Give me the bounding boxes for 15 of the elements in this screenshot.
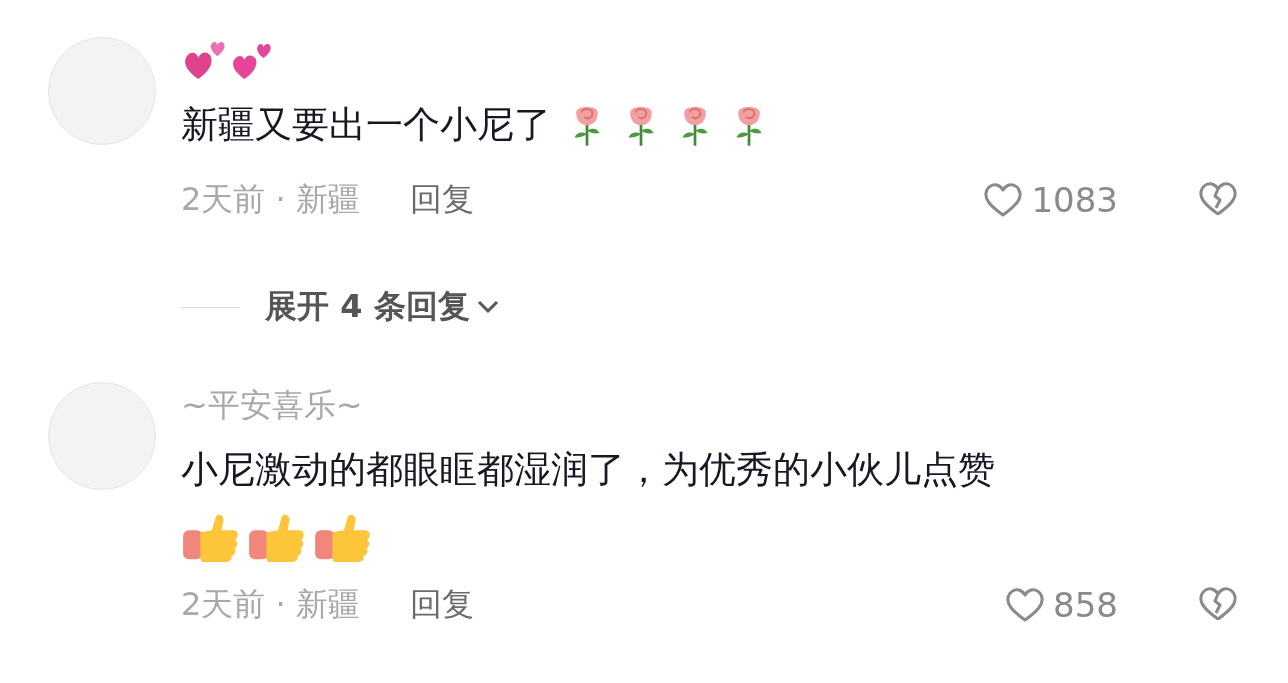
reply-button[interactable]: 回复 (409, 583, 474, 627)
comment-text: 小尼激动的都眼眶都湿润了，为优秀的小伙儿点赞 (181, 447, 995, 493)
comment-meta: 2天前 · 新疆 (181, 179, 360, 220)
comment-text: 新疆又要出一个小尼了 (181, 102, 551, 148)
heart-icon (1005, 587, 1046, 623)
heart-icon (983, 182, 1024, 218)
thumbs-up-icon (181, 513, 241, 563)
chevron-down-icon (475, 299, 500, 315)
reply-button[interactable]: 回复 (409, 178, 474, 222)
expand-replies-button[interactable]: 展开 4 条回复 (265, 285, 500, 329)
like-button[interactable]: 858 (1005, 585, 1118, 625)
thumbs-up-icon (313, 513, 373, 563)
comment-meta: 2天前 · 新疆 (181, 584, 360, 625)
like-button[interactable]: 1083 (983, 180, 1118, 220)
thumbs-up-icon (247, 513, 307, 563)
